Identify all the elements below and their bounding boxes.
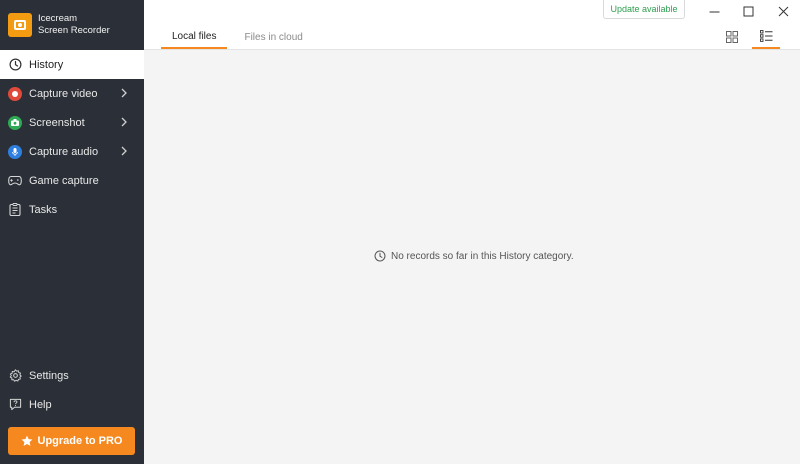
chevron-right-icon (121, 146, 127, 156)
list-view-icon (759, 30, 772, 42)
sidebar-item-label: Tasks (29, 203, 58, 216)
sidebar-item-settings[interactable]: Settings (0, 361, 144, 390)
maximize-icon (743, 6, 753, 16)
minimize-button[interactable] (705, 3, 723, 19)
empty-state: No records so far in this History catego… (374, 250, 574, 262)
brand: Icecream Screen Recorder (0, 0, 144, 50)
sidebar-item-label: Screenshot (29, 116, 85, 129)
empty-state-message: No records so far in this History catego… (391, 250, 574, 262)
close-icon (778, 6, 788, 16)
brand-name: Icecream Screen Recorder (38, 13, 110, 37)
top-bar: Update available Local files Files in cl… (144, 0, 800, 50)
gamepad-icon (8, 174, 22, 188)
sidebar-item-game-capture[interactable]: Game capture (0, 166, 144, 195)
update-available-button[interactable]: Update available (603, 0, 685, 19)
tab-files-in-cloud[interactable]: Files in cloud (233, 26, 313, 49)
list-view-button[interactable] (752, 25, 780, 49)
sidebar-item-tasks[interactable]: Tasks (0, 195, 144, 224)
chevron-right-icon (121, 117, 127, 127)
microphone-icon (8, 144, 22, 159)
tasks-icon (8, 203, 22, 217)
tab-local-files[interactable]: Local files (161, 26, 228, 49)
sidebar-item-help[interactable]: Help (0, 390, 144, 419)
sidebar-item-label: Game capture (29, 174, 99, 187)
brand-line-1: Icecream (38, 13, 78, 24)
brand-line-2: Screen Recorder (38, 25, 110, 36)
help-icon (8, 398, 22, 412)
star-icon (21, 435, 32, 446)
clock-icon (374, 250, 386, 262)
gear-icon (8, 369, 22, 383)
sidebar-item-capture-audio[interactable]: Capture audio (0, 137, 144, 166)
grid-view-button[interactable] (718, 25, 746, 49)
main-content: No records so far in this History catego… (144, 50, 800, 464)
sidebar-item-history[interactable]: History (0, 50, 144, 79)
file-tabs: Local files Files in cloud (161, 26, 320, 49)
sidebar-item-label: History (29, 58, 64, 71)
sidebar-item-label: Capture audio (29, 145, 99, 158)
sidebar-item-screenshot[interactable]: Screenshot (0, 108, 144, 137)
upgrade-button[interactable]: Upgrade to PRO (8, 427, 135, 455)
minimize-icon (709, 11, 719, 12)
chevron-right-icon (121, 88, 127, 98)
close-button[interactable] (774, 3, 792, 19)
camera-icon (8, 115, 22, 130)
grid-view-icon (726, 31, 738, 43)
sidebar-item-label: Settings (29, 369, 69, 382)
sidebar-item-label: Capture video (29, 87, 98, 100)
sidebar: Icecream Screen Recorder History Capture… (0, 0, 144, 464)
sidebar-item-label: Help (29, 398, 52, 411)
maximize-button[interactable] (739, 3, 757, 19)
sidebar-item-capture-video[interactable]: Capture video (0, 79, 144, 108)
clock-icon (8, 58, 22, 72)
record-icon (8, 86, 22, 101)
bottom-nav: Settings Help (0, 361, 144, 419)
app-logo-icon (8, 13, 32, 37)
upgrade-label: Upgrade to PRO (37, 435, 123, 447)
main-nav: History Capture video Screenshot Capture… (0, 50, 144, 224)
